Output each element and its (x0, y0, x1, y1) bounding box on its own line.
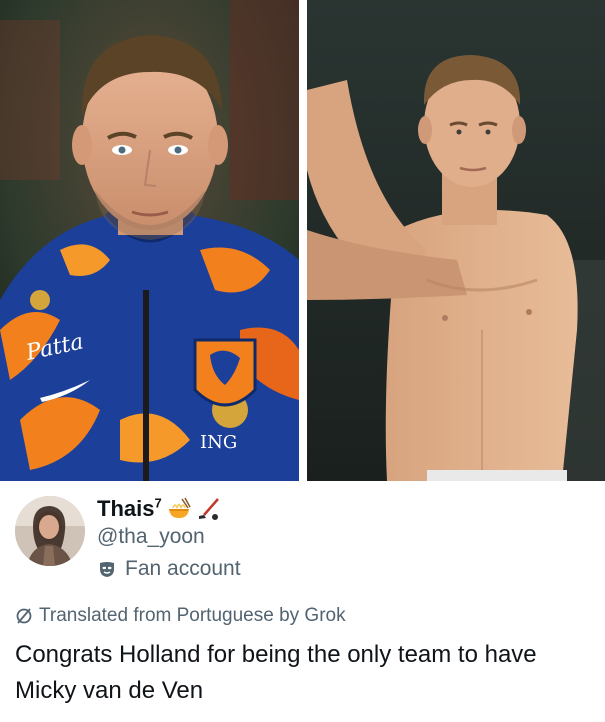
hockey-stick-icon (196, 497, 222, 521)
avatar-image (15, 496, 85, 566)
mask-icon (97, 559, 117, 579)
right-photo-image (307, 0, 605, 481)
translation-note-text: Translated from Portuguese by Grok (39, 605, 346, 626)
translation-note[interactable]: Translated from Portuguese by Grok (15, 605, 346, 627)
display-name-row: Thais7 (97, 495, 222, 523)
tweet-card: Thais7 @tha_yoon Fan account Translated … (0, 481, 605, 722)
ing-logo-text: ING (200, 432, 237, 453)
display-name[interactable]: Thais7 (97, 496, 162, 522)
account-label-text: Fan account (125, 557, 241, 580)
slash-circle-icon (15, 607, 33, 625)
tweet-text: Congrats Holland for being the only team… (15, 641, 537, 704)
display-name-superscript: 7 (154, 495, 162, 511)
avatar[interactable] (15, 496, 85, 566)
user-handle[interactable]: @tha_yoon (97, 525, 205, 549)
photo-collage: Patta ING (0, 0, 605, 481)
right-player-photo[interactable] (307, 0, 605, 481)
account-label: Fan account (97, 557, 241, 581)
left-photo-image: Patta ING (0, 0, 299, 481)
noodle-bowl-icon (166, 497, 192, 521)
left-player-photo[interactable]: Patta ING (0, 0, 299, 481)
display-name-text: Thais (97, 496, 155, 521)
